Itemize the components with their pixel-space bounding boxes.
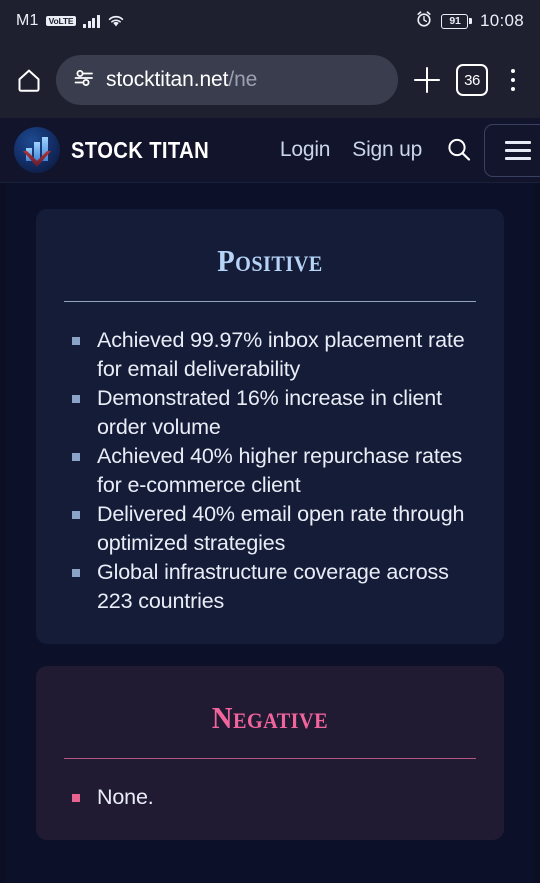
battery-indicator: 91 <box>441 13 472 29</box>
url-bar[interactable]: stocktitan.net/ne <box>56 55 398 105</box>
hamburger-menu-button[interactable] <box>484 124 540 177</box>
list-item: None. <box>72 783 478 812</box>
url-path: /ne <box>228 68 258 91</box>
clock-label: 10:08 <box>479 11 524 30</box>
positive-card: Positive Achieved 99.97% inbox placement… <box>36 209 504 644</box>
tab-count-label: 36 <box>464 71 480 89</box>
url-domain: stocktitan.net <box>106 68 229 91</box>
list-item: Delivered 40% email open rate through op… <box>72 500 478 558</box>
browser-toolbar: stocktitan.net/ne 36 <box>0 42 540 118</box>
positive-bullet-list: Achieved 99.97% inbox placement rate for… <box>62 326 478 616</box>
list-item: Global infrastructure coverage across 22… <box>72 558 478 616</box>
browser-menu-button[interactable] <box>500 63 526 97</box>
battery-percent: 91 <box>449 15 461 27</box>
negative-bullet-list: None. <box>62 783 478 812</box>
wifi-icon <box>107 14 125 28</box>
status-bar-right: 91 10:08 <box>415 10 524 33</box>
list-item: Demonstrated 16% increase in client orde… <box>72 384 478 442</box>
negative-card-divider <box>64 758 476 759</box>
positive-card-divider <box>64 301 476 302</box>
negative-card: Negative None. <box>36 666 504 840</box>
new-tab-button[interactable] <box>410 63 444 97</box>
content-container: Positive Achieved 99.97% inbox placement… <box>6 183 534 883</box>
page-settings-icon[interactable] <box>72 67 96 94</box>
list-item: Achieved 99.97% inbox placement rate for… <box>72 326 478 384</box>
positive-card-title: Positive <box>217 243 323 278</box>
page-body: Positive Achieved 99.97% inbox placement… <box>0 183 540 883</box>
signal-bars-icon <box>83 14 100 28</box>
status-bar-left: M1 VoLTE <box>16 12 125 30</box>
brand-title[interactable]: STOCK TITAN <box>71 137 209 164</box>
alarm-clock-icon <box>415 10 433 33</box>
list-item: Achieved 40% higher repurchase rates for… <box>72 442 478 500</box>
hamburger-menu-icon <box>505 149 531 152</box>
login-link[interactable]: Login <box>280 138 331 162</box>
signup-link[interactable]: Sign up <box>352 138 422 162</box>
tab-switcher-button[interactable]: 36 <box>456 64 488 96</box>
search-icon[interactable] <box>444 135 474 165</box>
site-header: STOCK TITAN Login Sign up <box>0 118 540 183</box>
home-icon[interactable] <box>14 65 44 95</box>
status-bar: M1 VoLTE 91 10:08 <box>0 0 540 42</box>
volte-badge: VoLTE <box>45 15 77 27</box>
carrier-label: M1 <box>16 12 39 29</box>
url-text[interactable]: stocktitan.net/ne <box>106 68 257 92</box>
stock-titan-logo-icon[interactable] <box>14 127 60 173</box>
negative-card-title: Negative <box>211 700 329 735</box>
